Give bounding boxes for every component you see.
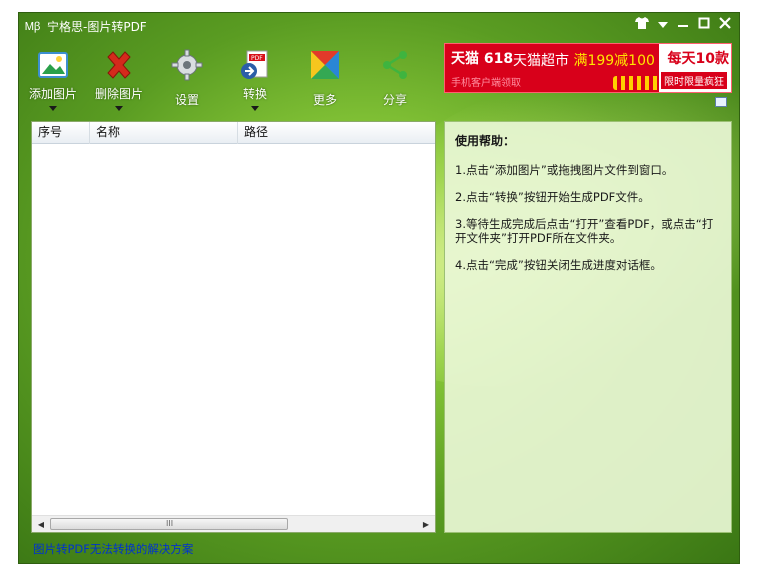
help-step-4: 4.点击“完成”按钮关闭生成进度对话框。 [455, 258, 662, 272]
gear-icon [171, 49, 203, 81]
horizontal-scrollbar[interactable]: ◀ III ▶ [32, 515, 435, 532]
add-image-dropdown-icon[interactable] [49, 106, 57, 111]
ad-decoration [613, 76, 663, 90]
convert-label: 转换 [242, 87, 267, 101]
share-button[interactable]: 分享 [365, 43, 425, 108]
ad-right-sub: 限时限量疯狂 [661, 72, 727, 89]
add-image-label: 添加图片 [28, 87, 77, 101]
file-list-panel[interactable]: 序号 名称 路径 ◀ III ▶ [31, 121, 436, 533]
help-step-2: 2.点击“转换”按钮开始生成PDF文件。 [455, 190, 650, 204]
add-image-button[interactable]: 添加图片 [23, 43, 83, 111]
list-header: 序号 名称 路径 [32, 122, 435, 144]
settings-button[interactable]: 设置 [157, 43, 217, 108]
ad-sub-text: 手机客户端领取 [451, 78, 521, 89]
ad-headline: 天猫超市 满199减100 [513, 53, 655, 69]
shirt-icon[interactable] [635, 17, 649, 34]
more-button[interactable]: 更多 [295, 43, 355, 108]
column-header-name[interactable]: 名称 [90, 122, 238, 144]
more-label: 更多 [312, 93, 337, 107]
share-icon [379, 49, 411, 81]
pdf-convert-icon: PDF [239, 49, 271, 81]
more-apps-icon [309, 49, 341, 81]
convert-button[interactable]: PDF 转换 [225, 43, 285, 111]
app-window: Ꮇꞵ 宁格思-图片转PDF 添加图片 删除图片 设置 PDF 转换 更多 分享 … [18, 12, 740, 564]
ad-promo: 满199减100 [573, 53, 655, 69]
scroll-left-icon[interactable]: ◀ [34, 518, 48, 531]
convert-dropdown-icon[interactable] [251, 106, 259, 111]
window-controls [635, 17, 731, 34]
ad-right-box: 每天10款 限时限量疯狂 [659, 44, 731, 92]
svg-text:PDF: PDF [251, 55, 263, 62]
column-header-path[interactable]: 路径 [238, 122, 435, 144]
ad-banner[interactable]: 天猫 618 天猫超市 满199减100 手机客户端领取 每天10款 限时限量疯… [444, 43, 732, 93]
column-header-index[interactable]: 序号 [32, 122, 90, 144]
share-label: 分享 [382, 93, 407, 107]
scrollbar-thumb[interactable]: III [50, 518, 288, 530]
delete-image-label: 删除图片 [94, 87, 143, 101]
delete-image-dropdown-icon[interactable] [115, 106, 123, 111]
delete-x-icon [103, 49, 135, 81]
delete-image-button[interactable]: 删除图片 [89, 43, 149, 111]
main-toolbar: 添加图片 删除图片 设置 PDF 转换 更多 分享 [23, 43, 443, 123]
scrollbar-grip: III [166, 519, 174, 528]
solution-link[interactable]: 图片转PDF无法转换的解决方案 [33, 541, 193, 557]
dropdown-menu-icon[interactable] [658, 18, 668, 34]
app-logo-icon: Ꮇꞵ [25, 20, 41, 33]
ad-brand-text: 天猫 618 [451, 51, 514, 67]
close-icon[interactable] [719, 17, 731, 34]
panel-toggle-icon[interactable] [715, 97, 727, 107]
help-panel: 使用帮助： 1.点击“添加图片”或拖拽图片文件到窗口。 2.点击“转换”按钮开始… [444, 121, 732, 533]
settings-label: 设置 [174, 93, 199, 107]
help-title: 使用帮助： [455, 134, 516, 148]
minimize-icon[interactable] [677, 17, 689, 34]
ad-right-headline: 每天10款 [667, 51, 729, 67]
title-bar[interactable]: Ꮇꞵ 宁格思-图片转PDF [19, 13, 739, 39]
scroll-right-icon[interactable]: ▶ [419, 518, 433, 531]
help-step-1: 1.点击“添加图片”或拖拽图片文件到窗口。 [455, 163, 674, 177]
maximize-icon[interactable] [698, 17, 710, 34]
add-image-icon [37, 49, 69, 81]
window-title: 宁格思-图片转PDF [47, 20, 147, 34]
help-step-3: 3.等待生成完成后点击“打开”查看PDF，或点击“打开文件夹”打开PDF所在文件… [455, 217, 714, 245]
